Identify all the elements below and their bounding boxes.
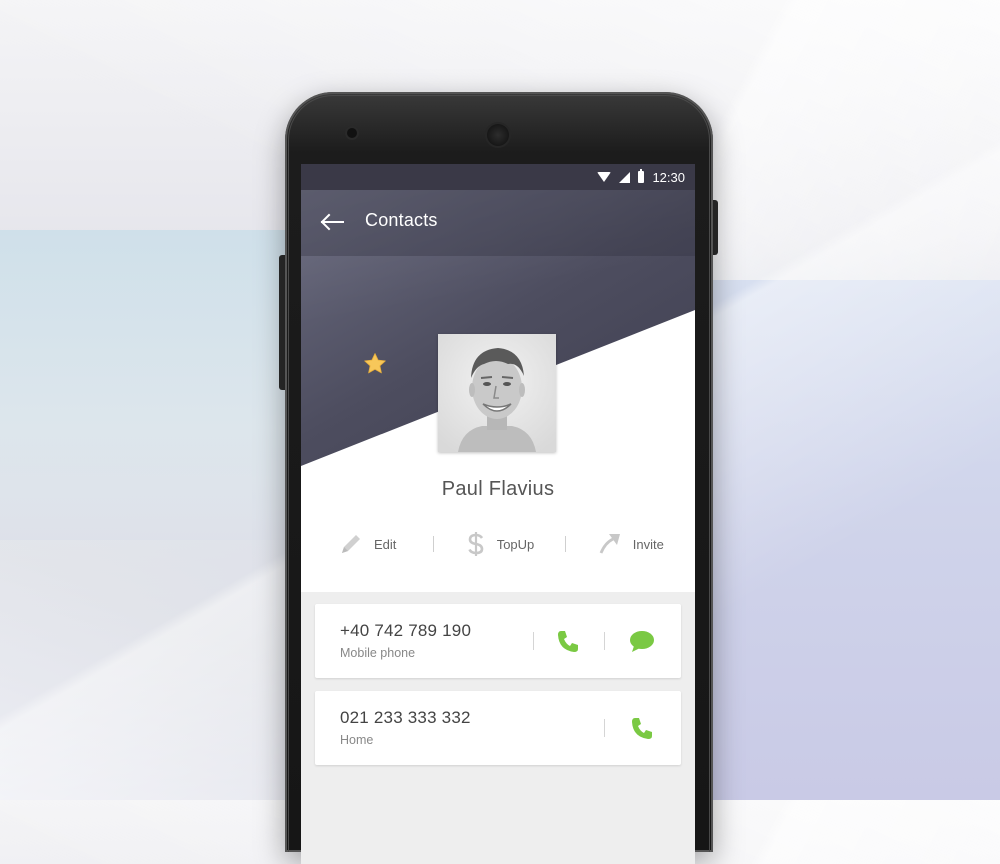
avatar-photo	[438, 334, 556, 452]
list-divider	[533, 632, 534, 650]
signal-icon	[619, 171, 631, 183]
contact-name: Paul Flavius	[441, 478, 555, 500]
status-icons: 12:30	[597, 168, 685, 186]
pencil-icon	[341, 535, 360, 553]
contact-header: Contacts Paul Flavius	[301, 190, 695, 514]
list-item[interactable]: 021 233 333 332 Home	[315, 691, 681, 765]
status-time: 12:30	[652, 169, 685, 185]
star-icon[interactable]	[363, 352, 387, 376]
phone-device: Contacts Paul Flavius 12:30 Edit TopUp I…	[285, 92, 713, 864]
list-divider	[604, 632, 605, 650]
front-camera	[347, 128, 357, 138]
message-icon[interactable]	[629, 628, 655, 654]
action-bar: Edit TopUp Invite	[301, 524, 695, 564]
edit-label: Edit	[373, 536, 397, 552]
wifi-icon	[597, 172, 612, 182]
avatar[interactable]	[438, 334, 556, 452]
status-bar: 12:30	[301, 164, 695, 190]
invite-label: Invite	[632, 536, 664, 552]
invite-button[interactable]: Invite	[566, 524, 695, 564]
earpiece-speaker	[487, 124, 509, 146]
phone-number: 021 233 333 332	[340, 708, 471, 727]
list-divider	[604, 719, 605, 737]
battery-icon	[638, 169, 645, 183]
phone-icon[interactable]	[629, 715, 655, 741]
phone-type: Mobile phone	[340, 646, 416, 660]
phone-type: Home	[340, 733, 374, 747]
topup-label: TopUp	[496, 536, 535, 552]
app-bar: Contacts	[301, 190, 695, 256]
power-button	[713, 200, 718, 255]
phone-icon[interactable]	[555, 628, 581, 654]
edit-button[interactable]: Edit	[301, 524, 433, 564]
arrow-left-icon[interactable]	[319, 210, 345, 234]
arrow-up-right-icon	[599, 534, 620, 554]
topup-button[interactable]: TopUp	[434, 524, 564, 564]
list-item[interactable]: +40 742 789 190 Mobile phone	[315, 604, 681, 678]
phone-number: +40 742 789 190	[340, 621, 472, 640]
phone-screen: Contacts Paul Flavius 12:30 Edit TopUp I…	[301, 164, 695, 864]
dollar-icon	[468, 532, 484, 556]
phone-list: +40 742 789 190 Mobile phone 021 233 333…	[301, 592, 695, 864]
page-title: Contacts	[365, 210, 438, 230]
